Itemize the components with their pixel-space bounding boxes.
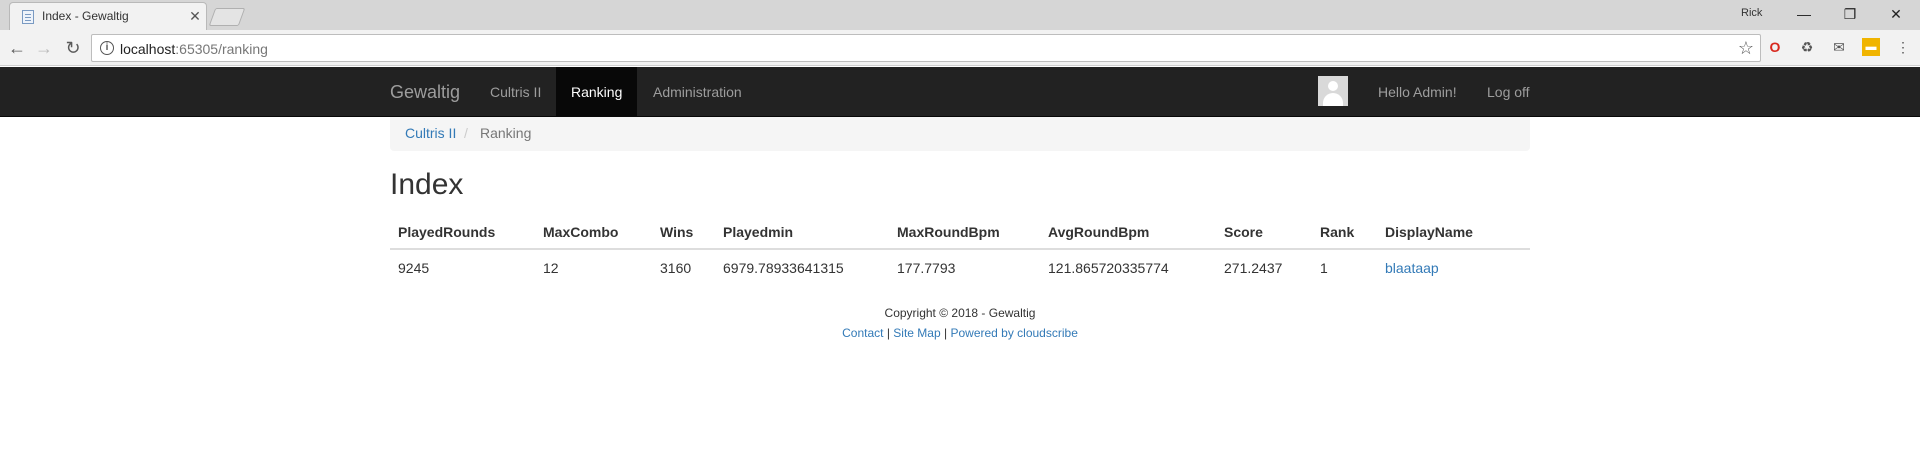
breadcrumb-current: Ranking	[480, 125, 532, 141]
table-cell: 1	[1312, 248, 1377, 286]
breadcrumb-separator: /	[464, 125, 468, 141]
column-header: AvgRoundBpm	[1040, 215, 1216, 250]
table-header-row: PlayedRounds MaxCombo Wins Playedmin Max…	[390, 215, 1530, 250]
breadcrumb-link-cultris[interactable]: Cultris II	[405, 125, 456, 141]
page-icon	[22, 10, 34, 24]
close-tab-icon[interactable]: ✕	[186, 7, 204, 25]
breadcrumb: Cultris II / Ranking	[390, 117, 1530, 151]
page-title: Index	[390, 168, 464, 201]
avatar-head	[1328, 81, 1338, 91]
avatar-body	[1323, 93, 1343, 106]
nav-link-administration[interactable]: Administration	[638, 67, 757, 117]
new-tab-button[interactable]	[208, 8, 246, 26]
table-row: 9245 12 3160 6979.78933641315 177.7793 1…	[390, 248, 1530, 286]
avatar[interactable]	[1318, 76, 1348, 106]
column-header: Wins	[652, 215, 715, 250]
mail-icon[interactable]: ✉	[1830, 38, 1848, 56]
footer-links: Contact | Site Map | Powered by cloudscr…	[0, 326, 1920, 340]
table-cell: 121.865720335774	[1040, 248, 1216, 286]
player-link[interactable]: blaataap	[1385, 260, 1439, 276]
table-cell: 9245	[390, 248, 535, 286]
table-cell: 6979.78933641315	[715, 248, 889, 286]
menu-icon[interactable]: ⋮	[1894, 38, 1912, 56]
profile-name[interactable]: Rick	[1741, 7, 1762, 19]
table-cell: 271.2437	[1216, 248, 1312, 286]
footer-separator: |	[886, 326, 890, 340]
column-header: Score	[1216, 215, 1312, 250]
recycle-icon[interactable]: ♻	[1798, 38, 1816, 56]
table-cell: 3160	[652, 248, 715, 286]
browser-tabstrip: Index - Gewaltig ✕ Rick — ❐ ✕	[0, 0, 1920, 30]
greeting-link[interactable]: Hello Admin!	[1363, 67, 1472, 117]
nav-link-cultris[interactable]: Cultris II	[475, 67, 556, 117]
table-cell: blaataap	[1377, 248, 1530, 286]
powered-by-link[interactable]: Powered by cloudscribe	[950, 326, 1077, 340]
browser-tab[interactable]: Index - Gewaltig ✕	[9, 2, 207, 30]
bookmark-star-icon[interactable]: ☆	[1738, 38, 1754, 58]
minimize-icon[interactable]: —	[1781, 0, 1827, 30]
address-bar[interactable]: i localhost:65305/ranking ☆	[91, 34, 1761, 62]
footer-copyright: Copyright © 2018 - Gewaltig	[884, 306, 1036, 320]
extension-icon[interactable]: ▬	[1862, 38, 1880, 56]
site-navbar: Gewaltig Cultris II Ranking Administrati…	[0, 67, 1920, 117]
column-header: MaxRoundBpm	[889, 215, 1040, 250]
opera-icon[interactable]: O	[1766, 38, 1784, 56]
restore-icon[interactable]: ❐	[1827, 0, 1873, 30]
reload-icon[interactable]: ↻	[62, 37, 84, 59]
info-icon[interactable]: i	[100, 41, 114, 55]
column-header: Rank	[1312, 215, 1377, 250]
forward-arrow-icon[interactable]: →	[33, 37, 55, 59]
column-header: PlayedRounds	[390, 215, 535, 250]
logoff-link[interactable]: Log off	[1472, 67, 1545, 117]
nav-link-ranking[interactable]: Ranking	[556, 67, 638, 117]
back-arrow-icon[interactable]: ←	[6, 37, 28, 59]
column-header: MaxCombo	[535, 215, 652, 250]
url-text[interactable]: localhost:65305/ranking	[120, 41, 268, 57]
column-header: Playedmin	[715, 215, 889, 250]
tab-title: Index - Gewaltig	[42, 9, 129, 23]
ranking-table: PlayedRounds MaxCombo Wins Playedmin Max…	[390, 215, 1530, 286]
column-header: DisplayName	[1377, 215, 1530, 250]
close-window-icon[interactable]: ✕	[1873, 0, 1919, 30]
browser-toolbar: ← → ↻ i localhost:65305/ranking ☆ O ♻ ✉ …	[0, 30, 1920, 66]
table-cell: 177.7793	[889, 248, 1040, 286]
footer-separator: |	[944, 326, 948, 340]
sitemap-link[interactable]: Site Map	[893, 326, 940, 340]
brand-link[interactable]: Gewaltig	[390, 82, 460, 103]
contact-link[interactable]: Contact	[842, 326, 883, 340]
table-cell: 12	[535, 248, 652, 286]
